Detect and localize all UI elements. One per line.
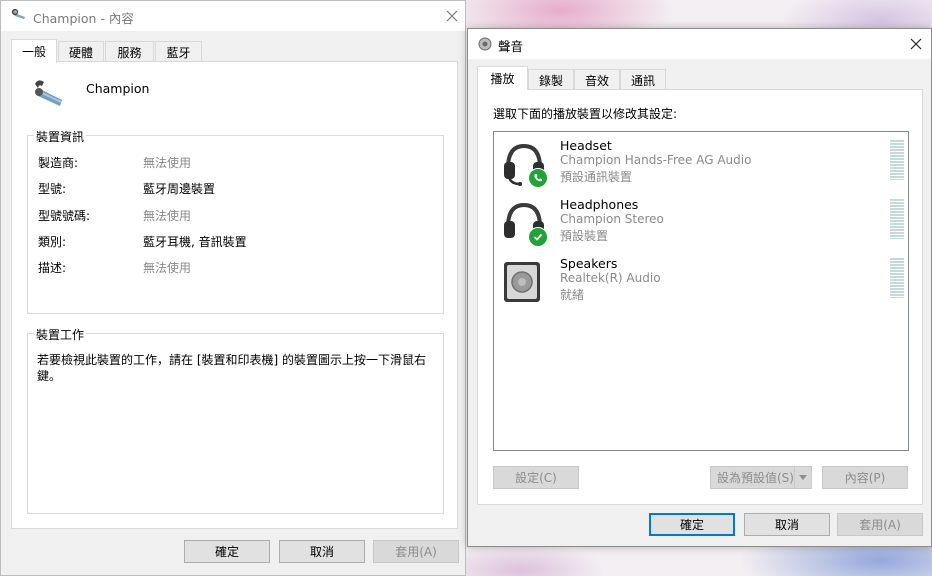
tab-general-label: 一般 [21, 45, 46, 59]
bluetooth-headset-small-icon [11, 8, 27, 25]
volume-meter-headset [890, 140, 904, 180]
device-name-speakers: Speakers [560, 256, 618, 271]
properties-apply-label: 套用(A) [395, 545, 437, 559]
model-value: 藍牙周邊裝置 [143, 182, 216, 196]
sound-close-button[interactable] [905, 33, 927, 55]
properties-close-button[interactable] [441, 5, 463, 27]
device-properties-label: 內容(P) [844, 471, 886, 485]
configure-label: 設定(C) [515, 471, 557, 485]
tab-recording[interactable]: 錄製 [528, 69, 574, 90]
properties-apply-button[interactable]: 套用(A) [373, 540, 459, 563]
description-label: 描述: [38, 261, 67, 275]
tab-bluetooth[interactable]: 藍牙 [155, 41, 202, 62]
properties-ok-button[interactable]: 確定 [184, 540, 270, 563]
manufacturer-label: 製造商: [38, 156, 79, 170]
champion-properties-window: Champion - 內容 一般 硬體 服務 藍牙 Champion 裝置資訊 … [0, 0, 466, 576]
volume-meter-headphones [890, 199, 904, 239]
description-value: 無法使用 [143, 261, 192, 275]
category-label: 類別: [38, 235, 67, 249]
model-number-value: 無法使用 [143, 209, 192, 223]
bluetooth-headset-icon [32, 78, 66, 111]
tab-hardware-label: 硬體 [68, 45, 93, 60]
device-tasks-group: 裝置工作 若要檢視此裝置的工作，請在 [裝置和印表機] 的裝置圖示上按一下滑鼠右… [27, 326, 444, 514]
sound-titlebar: 聲音 [468, 29, 931, 59]
set-default-label: 設為預設值(S) [717, 471, 794, 485]
speaker-icon [502, 260, 542, 307]
model-number-label: 型號號碼: [38, 209, 91, 223]
device-info-title: 裝置資訊 [34, 128, 87, 145]
device-name-headset: Headset [560, 138, 612, 153]
sound-ok-label: 確定 [679, 518, 704, 532]
set-default-button[interactable]: 設為預設值(S) [710, 466, 812, 489]
tab-playback[interactable]: 播放 [477, 66, 528, 90]
properties-ok-label: 確定 [214, 545, 239, 559]
device-name-headphones: Headphones [560, 197, 639, 212]
category-value: 藍牙耳機, 音訊裝置 [143, 235, 247, 249]
playback-device-list[interactable]: Headset Champion Hands-Free AG Audio 預設通… [493, 131, 909, 451]
device-tasks-text: 若要檢視此裝置的工作，請在 [裝置和印表機] 的裝置圖示上按一下滑鼠右鍵。 [37, 353, 426, 383]
sound-cancel-label: 取消 [774, 518, 799, 532]
model-label: 型號: [38, 182, 67, 196]
tab-services-label: 服務 [117, 45, 142, 60]
general-tab-panel: Champion 裝置資訊 製造商: 無法使用 型號: 藍牙周邊裝置 型號號碼:… [11, 61, 458, 529]
tab-general[interactable]: 一般 [11, 39, 57, 63]
tab-playback-label: 播放 [490, 72, 515, 86]
device-name: Champion [86, 81, 150, 96]
close-icon [910, 38, 922, 50]
device-status-speakers: 就緒 [560, 288, 585, 302]
sound-cancel-button[interactable]: 取消 [744, 513, 830, 536]
device-item-headphones[interactable]: Headphones Champion Stereo 預設裝置 [500, 197, 904, 253]
device-desc-headset: Champion Hands-Free AG Audio [560, 153, 752, 167]
tab-hardware[interactable]: 硬體 [58, 41, 104, 62]
configure-button[interactable]: 設定(C) [493, 466, 579, 489]
tab-services[interactable]: 服務 [105, 41, 154, 62]
manufacturer-value: 無法使用 [143, 156, 192, 170]
tab-recording-label: 錄製 [538, 73, 563, 88]
device-tasks-title: 裝置工作 [34, 326, 87, 343]
playback-instruction: 選取下面的播放裝置以修改其設定: [493, 107, 678, 121]
properties-cancel-label: 取消 [309, 545, 334, 559]
tab-communications[interactable]: 通訊 [620, 69, 666, 90]
tab-sounds-label: 音效 [584, 73, 609, 88]
sound-window-title: 聲音 [498, 39, 524, 54]
sound-ok-button[interactable]: 確定 [649, 513, 735, 536]
device-item-headset[interactable]: Headset Champion Hands-Free AG Audio 預設通… [500, 138, 904, 194]
chevron-down-icon[interactable] [794, 467, 811, 488]
check-badge-icon [528, 227, 548, 247]
close-icon [446, 10, 458, 22]
playback-tab-panel: 選取下面的播放裝置以修改其設定: Headset Champion Hands-… [477, 89, 923, 505]
properties-window-title: Champion - 內容 [33, 11, 134, 26]
device-status-headphones: 預設裝置 [560, 229, 609, 243]
device-item-speakers[interactable]: Speakers Realtek(R) Audio 就緒 [500, 256, 904, 312]
device-desc-headphones: Champion Stereo [560, 212, 664, 226]
sound-apply-label: 套用(A) [859, 518, 901, 532]
properties-cancel-button[interactable]: 取消 [279, 540, 365, 563]
headphones-icon [500, 199, 548, 250]
volume-meter-speakers [890, 258, 904, 298]
sound-apply-button[interactable]: 套用(A) [837, 513, 923, 536]
sound-window-icon [478, 37, 492, 54]
tab-communications-label: 通訊 [630, 73, 655, 88]
tab-sounds[interactable]: 音效 [574, 69, 620, 90]
device-info-group: 裝置資訊 製造商: 無法使用 型號: 藍牙周邊裝置 型號號碼: 無法使用 類別:… [27, 128, 444, 314]
device-properties-button[interactable]: 內容(P) [822, 466, 908, 489]
headset-icon [500, 140, 548, 191]
device-desc-speakers: Realtek(R) Audio [560, 271, 661, 285]
phone-badge-icon [528, 168, 548, 188]
tab-bluetooth-label: 藍牙 [166, 45, 191, 60]
sound-window: 聲音 播放 錄製 音效 通訊 選取下面的播放裝置以修改其設定: Headset … [467, 28, 932, 547]
properties-titlebar: Champion - 內容 [1, 1, 465, 31]
device-status-headset: 預設通訊裝置 [560, 170, 633, 184]
